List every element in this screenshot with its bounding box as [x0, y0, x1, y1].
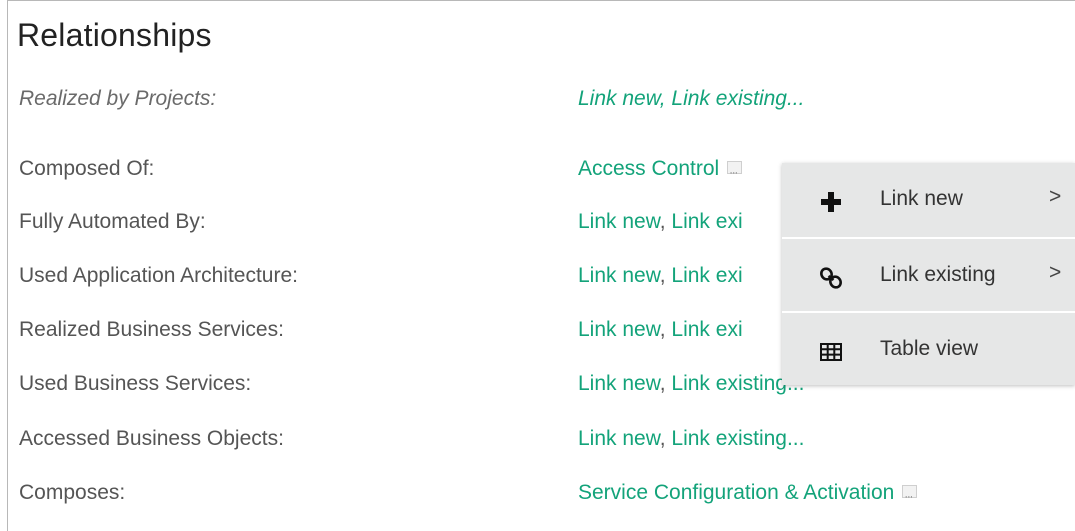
link-existing-link[interactable]: Link exi [671, 264, 742, 287]
link-new-link[interactable]: Link new [578, 318, 660, 341]
relationship-value: Link new, Link exi [578, 313, 743, 347]
chevron-right-icon: > [1049, 185, 1062, 208]
relationship-label: Realized by Projects: [19, 87, 217, 110]
relationship-label: Used Application Architecture: [19, 264, 298, 287]
link-existing-link[interactable]: Link exi [671, 318, 742, 341]
value-separator: , [659, 87, 672, 110]
link-icon [820, 267, 842, 289]
relationship-value: Link new, Link existing... [578, 422, 804, 456]
menu-item-label: Table view [880, 337, 979, 360]
relationship-value: Link new, Link exi [578, 259, 743, 293]
context-menu: Link new > Link existing > Table view [782, 163, 1075, 385]
link-new-link[interactable]: Link new [578, 427, 660, 450]
relationship-value: Service Configuration & Activation [578, 476, 918, 514]
relationship-value: Access Control [578, 152, 743, 190]
relationship-value: Link new, Link existing... [578, 367, 804, 401]
relationship-label: Accessed Business Objects: [19, 427, 284, 450]
relationship-label: Realized Business Services: [19, 318, 284, 341]
more-actions-button[interactable] [902, 480, 918, 514]
relationship-label: Composes: [19, 481, 126, 504]
menu-item-link-new[interactable]: Link new > [782, 163, 1075, 237]
related-item-link[interactable]: Service Configuration & Activation [578, 481, 894, 504]
relationship-value: Link new, Link exi [578, 205, 743, 239]
related-item-link[interactable]: Access Control [578, 157, 719, 180]
relationship-label: Used Business Services: [19, 372, 252, 395]
relationship-value: Link new, Link existing... [578, 82, 804, 116]
menu-item-table-view[interactable]: Table view [782, 311, 1075, 385]
link-new-link[interactable]: Link new [578, 87, 660, 110]
link-new-link[interactable]: Link new [578, 372, 660, 395]
link-new-link[interactable]: Link new [578, 264, 660, 287]
relationship-label: Composed Of: [19, 157, 155, 180]
table-icon [820, 343, 842, 361]
relationship-row-accessed-business-objects: Accessed Business Objects: Link new, Lin… [8, 422, 1075, 456]
value-separator: , [659, 210, 672, 233]
more-actions-button[interactable] [727, 156, 743, 190]
menu-item-label: Link new [880, 187, 963, 210]
chevron-right-icon: > [1049, 261, 1062, 284]
value-separator: , [659, 427, 672, 450]
menu-item-label: Link existing [880, 263, 996, 286]
value-separator: , [659, 264, 672, 287]
value-separator: , [659, 372, 672, 395]
relationship-row-composes: Composes: Service Configuration & Activa… [8, 476, 1075, 514]
section-title: Relationships [17, 17, 212, 53]
link-existing-link[interactable]: Link existing... [671, 87, 804, 110]
value-separator: , [659, 318, 672, 341]
link-existing-link[interactable]: Link existing... [671, 427, 804, 450]
plus-icon [821, 192, 841, 212]
link-existing-link[interactable]: Link exi [671, 210, 742, 233]
link-new-link[interactable]: Link new [578, 210, 660, 233]
relationship-row-realized-by-projects: Realized by Projects: Link new, Link exi… [8, 82, 1075, 116]
menu-item-link-existing[interactable]: Link existing > [782, 237, 1075, 311]
relationship-label: Fully Automated By: [19, 210, 206, 233]
